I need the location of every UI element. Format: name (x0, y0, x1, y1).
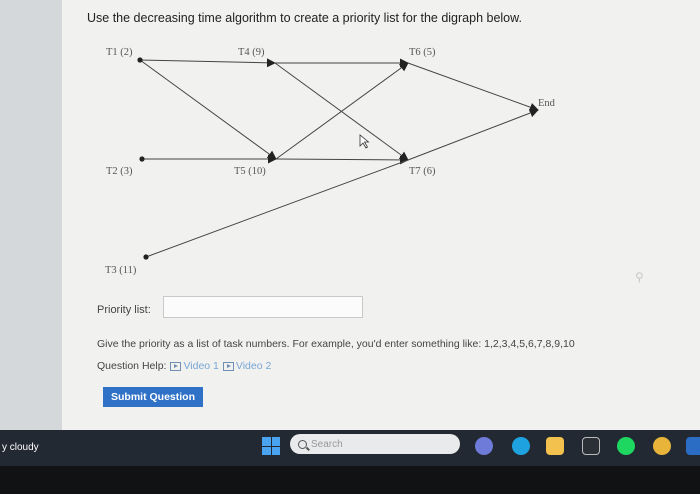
spotify-icon[interactable] (617, 437, 635, 455)
submit-question-button[interactable]: Submit Question (103, 387, 203, 407)
cursor-icon (359, 134, 370, 149)
magnifier-icon: ⚲ (635, 270, 644, 284)
left-background (0, 0, 62, 430)
video-1-label: Video 1 (183, 360, 219, 372)
edge-t6-end (407, 62, 539, 112)
edge-browser-icon[interactable] (512, 437, 530, 455)
node-label-t2: T2 (3) (106, 166, 133, 177)
node-label-t3: T3 (11) (105, 265, 137, 276)
bottom-frame (0, 466, 700, 494)
weather-text[interactable]: y cloudy (2, 442, 39, 453)
node-label-t4: T4 (9) (238, 47, 265, 58)
priority-list-label: Priority list: (97, 304, 151, 316)
edge-t5-t6 (275, 62, 409, 160)
chrome-icon[interactable] (653, 437, 671, 455)
file-explorer-icon[interactable] (546, 437, 564, 455)
question-page: Use the decreasing time algorithm to cre… (62, 0, 700, 430)
node-t2 (139, 156, 145, 162)
edge-t1-t5 (139, 59, 277, 160)
chat-icon[interactable] (475, 437, 493, 455)
question-help-label: Question Help: (97, 360, 167, 372)
node-label-t6: T6 (5) (409, 47, 436, 58)
video-2-label: Video 2 (235, 360, 272, 372)
edge-t7-end (407, 108, 539, 161)
question-text: Use the decreasing time algorithm to cre… (87, 11, 522, 25)
store-icon[interactable] (582, 437, 600, 455)
edge-t1-t4 (139, 58, 276, 68)
node-label-t1: T1 (2) (106, 47, 133, 58)
play-icon (222, 361, 234, 371)
taskbar-search[interactable]: Search (290, 434, 460, 454)
video-1-link[interactable]: Video 1 (170, 360, 219, 372)
node-label-t5: T5 (10) (234, 166, 266, 177)
edge-t3-t7 (145, 159, 409, 258)
search-icon (298, 439, 307, 449)
edge-t5-t7 (275, 155, 409, 165)
node-t3 (143, 254, 149, 260)
node-label-t7: T7 (6) (409, 166, 436, 177)
priority-list-input[interactable] (163, 296, 363, 318)
instructions-text: Give the priority as a list of task numb… (97, 338, 575, 350)
video-2-link[interactable]: Video 2 (222, 360, 272, 372)
play-icon (170, 361, 182, 371)
digraph: T1 (2) T4 (9) T6 (5) End T2 (3) T5 (10) … (105, 47, 556, 276)
word-icon[interactable] (686, 437, 700, 455)
windows-start-icon[interactable] (262, 437, 280, 455)
taskbar-search-text: Search (311, 438, 343, 450)
node-t1 (137, 57, 143, 63)
question-help: Question Help: Video 1 Video 2 (97, 360, 271, 372)
node-label-end: End (538, 98, 556, 109)
